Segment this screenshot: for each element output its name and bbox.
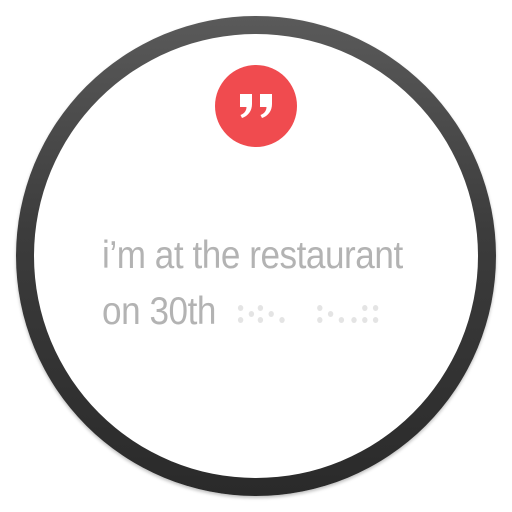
message-line-1: i’m at the restaurant (102, 234, 403, 277)
quote-badge[interactable] (215, 65, 297, 147)
watch-page: i’m at the restaurant on 30th (0, 0, 512, 512)
message-line-2-text: on 30th (102, 290, 216, 333)
quote-icon (240, 94, 272, 118)
typing-indicator (237, 295, 391, 327)
message-line-2: on 30th (102, 284, 408, 340)
message-text: i’m at the restaurant on 30th (102, 228, 408, 340)
